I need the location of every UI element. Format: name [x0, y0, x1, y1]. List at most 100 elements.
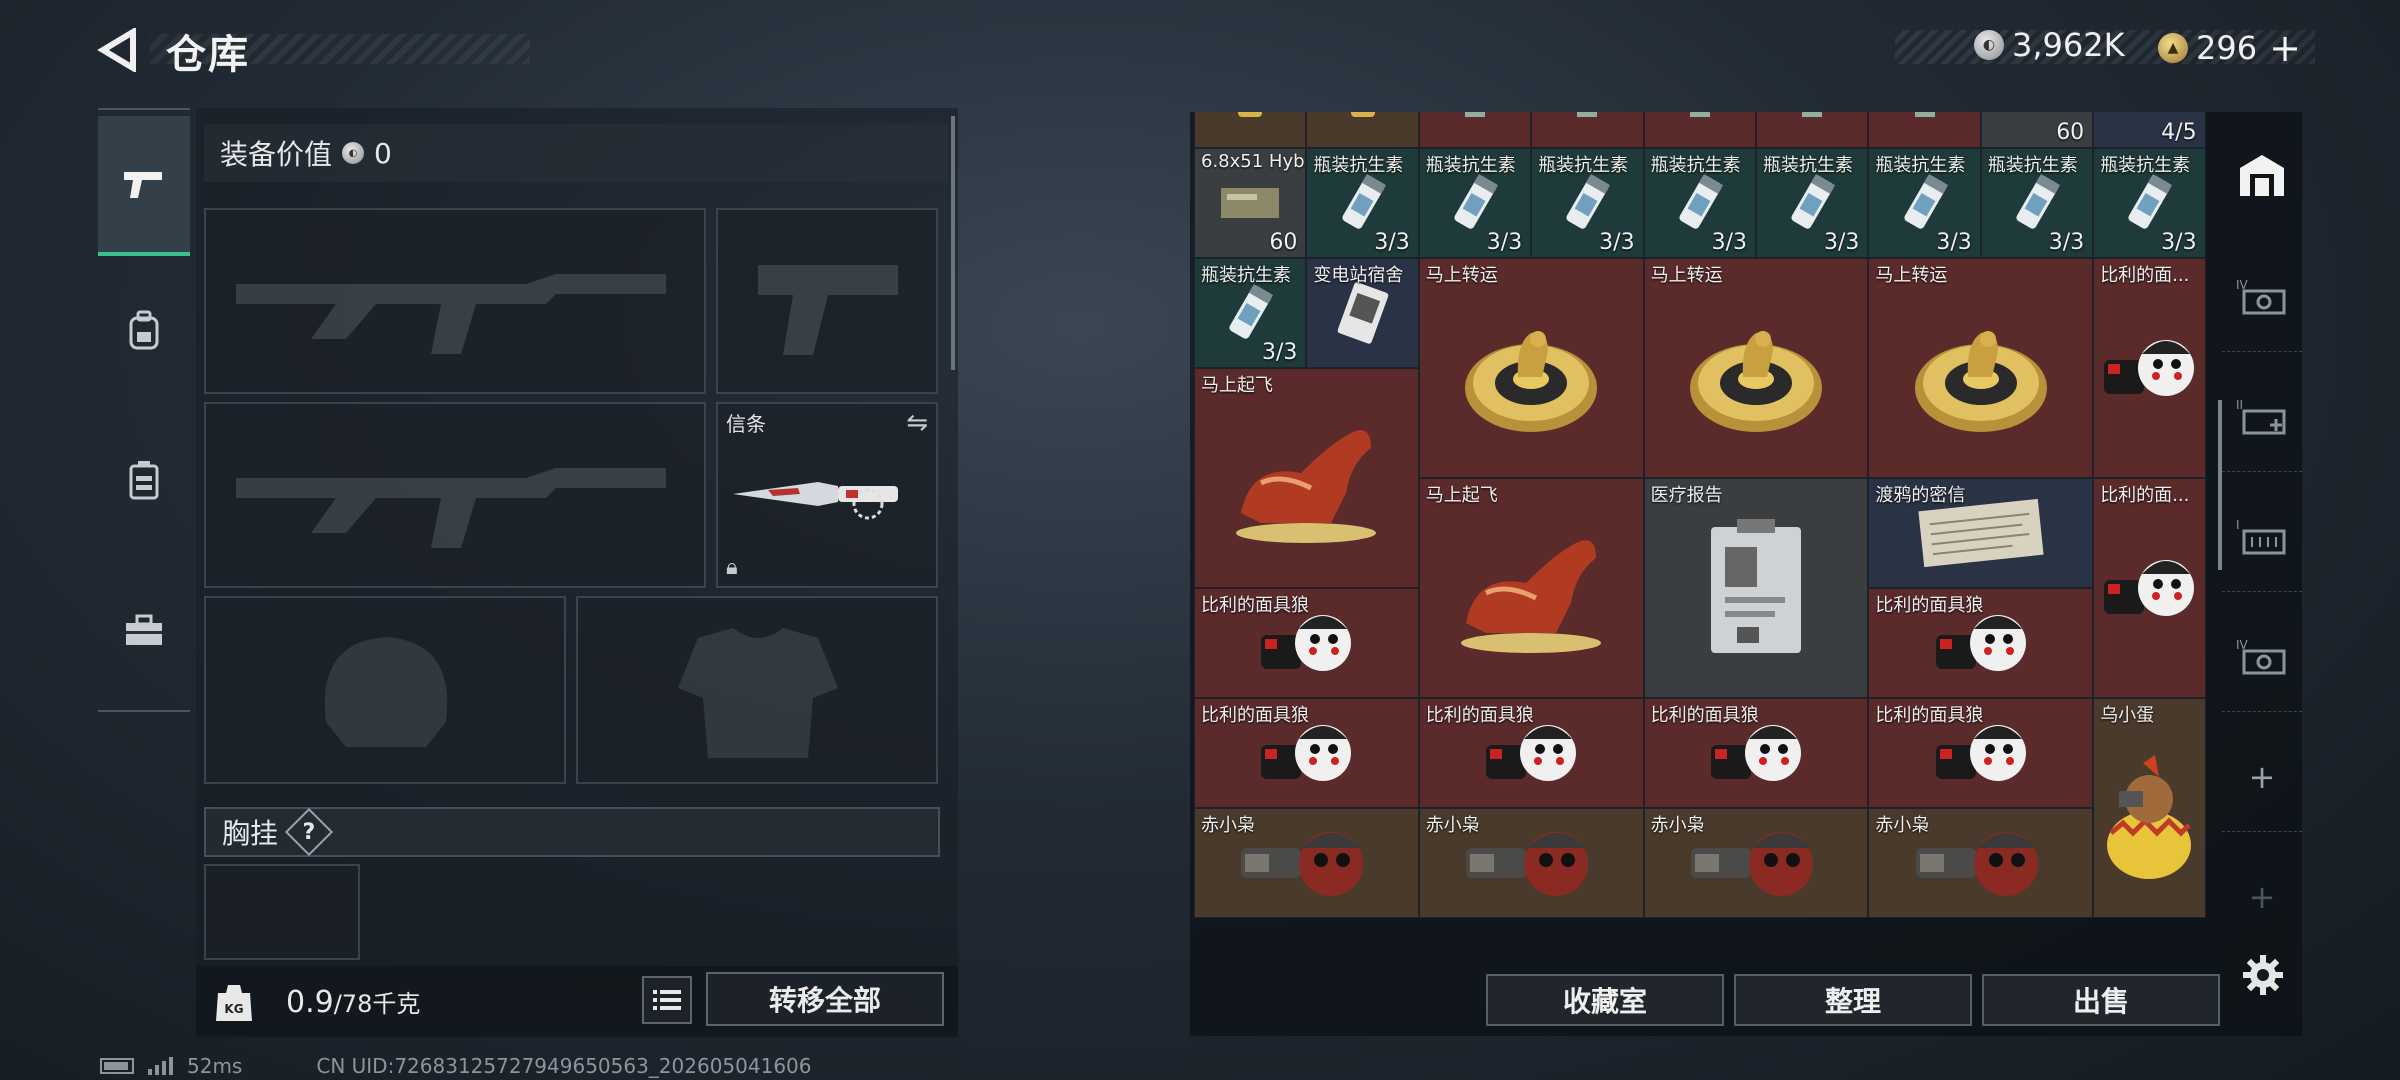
list-view-button[interactable] [642, 976, 692, 1024]
item-name: 马上起飞 [1201, 375, 1273, 396]
equipment-scrollbar[interactable] [951, 116, 955, 370]
item-name: 瓶装抗生素 [1313, 155, 1404, 176]
storage-tab-i[interactable]: I [2222, 482, 2302, 592]
inventory-item[interactable] [1531, 112, 1644, 148]
primary-weapon-slot[interactable] [204, 208, 706, 394]
inventory-item[interactable]: 赤小枭 [1418, 808, 1644, 918]
inventory-item[interactable]: 比利的面具狼 [1868, 588, 2094, 698]
gold-currency[interactable]: ▲ 296 + [2158, 26, 2301, 70]
item-name: 比利的面具狼 [1201, 595, 1309, 616]
add-storage-button[interactable]: + [2222, 722, 2302, 832]
left-nav [98, 108, 190, 712]
inventory-item[interactable]: 瓶装抗生素 3/3 [1531, 148, 1644, 258]
back-button[interactable] [92, 22, 142, 78]
item-name: 瓶装抗生素 [1201, 265, 1291, 286]
inventory-item[interactable]: 马上转运 [1418, 258, 1644, 478]
inventory-item[interactable] [1418, 112, 1532, 148]
inventory-item[interactable]: 瓶装抗生素 3/3 [1306, 148, 1419, 258]
armor-slot[interactable] [576, 596, 938, 784]
list-icon [653, 990, 681, 1010]
item-quantity: 3/3 [1711, 230, 1747, 255]
nav-vest[interactable] [98, 410, 190, 550]
nav-weapons[interactable] [98, 116, 190, 256]
wheel-icon [1645, 259, 1868, 477]
storage-home[interactable] [2222, 120, 2302, 230]
inventory-item[interactable] [1306, 112, 1419, 148]
lock-icon: 🔒︎ [726, 555, 738, 580]
item-quantity: 3/3 [1486, 230, 1523, 255]
inventory-item[interactable] [1194, 112, 1307, 148]
inventory-item[interactable]: 比利的面具狼 [1418, 698, 1644, 808]
item-name: 赤小枭 [1875, 815, 1930, 836]
inventory-item[interactable]: 马上转运 [1643, 258, 1869, 478]
weight-text: 0.9/78千克 [286, 984, 420, 1020]
inventory-item[interactable] [1756, 112, 1869, 148]
collection-room-button[interactable]: 收藏室 [1486, 974, 1724, 1026]
inventory-item[interactable] [1643, 112, 1756, 148]
item-name: 比利的面具狼 [1425, 705, 1534, 726]
melee-slot[interactable]: 信条 ⇋ 🔒︎ [716, 402, 938, 588]
inventory-item[interactable]: 瓶装抗生素 3/3 [1643, 148, 1756, 258]
inventory-item[interactable]: 马上起飞 [1194, 368, 1419, 588]
inventory-item[interactable]: 乌小蛋 [2093, 698, 2206, 918]
item-quantity: 3/3 [1599, 230, 1635, 255]
secondary-weapon-slot[interactable] [204, 402, 706, 588]
inventory-item[interactable] [1868, 112, 1981, 148]
inventory-item[interactable]: 比利的面... [2093, 478, 2206, 698]
helmet-slot[interactable] [204, 596, 566, 784]
inventory-item[interactable]: 4/5 [2093, 112, 2206, 148]
inventory-item[interactable]: 赤小枭 [1868, 808, 2094, 918]
vest-icon [129, 461, 159, 500]
item-quantity: 3/3 [1374, 230, 1410, 255]
page-title: 仓库 [166, 32, 250, 78]
organize-button[interactable]: 整理 [1734, 974, 1972, 1026]
item-name: 比利的面具狼 [1650, 705, 1759, 726]
help-icon[interactable]: ? [284, 807, 334, 857]
gold-amount: 296 [2196, 29, 2258, 67]
nav-backpack[interactable] [98, 260, 190, 400]
inventory-item[interactable]: 瓶装抗生素 3/3 [2093, 148, 2206, 258]
inventory-item[interactable]: 比利的面具狼 [1868, 698, 2094, 808]
storage-tab-iv-2[interactable]: IV [2222, 602, 2302, 712]
inventory-item[interactable]: 马上转运 [1868, 258, 2094, 478]
inventory-item[interactable]: 赤小枭 [1643, 808, 1869, 918]
item-name: 赤小枭 [1201, 815, 1255, 836]
storage-tab-iv[interactable]: IV [2222, 242, 2302, 352]
item-name: 6.8x51 Hybrid [1201, 151, 1305, 172]
inventory-item[interactable]: 渡鸦的密信 [1868, 478, 2094, 588]
nav-toolbox[interactable] [98, 560, 190, 700]
inventory-item[interactable]: 变电站宿舍 [1306, 258, 1419, 368]
inventory-item[interactable]: 瓶装抗生素 3/3 [1756, 148, 1869, 258]
signal-icon [148, 1057, 173, 1075]
storage-iv-2-icon: IV [2236, 638, 2286, 674]
puppet-icon [2094, 479, 2204, 697]
item-name: 比利的面具狼 [1875, 595, 1984, 616]
inventory-item[interactable]: 比利的面具狼 [1643, 698, 1869, 808]
silver-amount: 3,962K [2012, 26, 2125, 64]
status-bar: 52ms CN UID:7268312572794965056​3_202605… [100, 1054, 812, 1078]
inventory-item[interactable]: 瓶装抗生素 3/3 [1418, 148, 1532, 258]
inventory-item[interactable]: 瓶装抗生素 3/3 [1980, 148, 2094, 258]
sell-button[interactable]: 出售 [1982, 974, 2220, 1026]
sidearm-slot[interactable] [716, 208, 938, 394]
inventory-item[interactable]: 马上起飞 [1418, 478, 1644, 698]
inventory-item[interactable]: 赤小枭 [1194, 808, 1419, 918]
storage-tab-ii[interactable]: II [2222, 362, 2302, 472]
settings-button[interactable] [2238, 950, 2288, 1000]
inventory-item[interactable]: 瓶装抗生素 3/3 [1868, 148, 1981, 258]
item-quantity: 3/3 [2048, 230, 2085, 255]
inventory-item[interactable]: 比利的面具狼 [1194, 588, 1419, 698]
swap-icon[interactable]: ⇋ [906, 408, 928, 438]
inventory-item[interactable]: 比利的面具狼 [1194, 698, 1419, 808]
inventory-item[interactable]: 6.8x51 Hybrid 60 [1194, 148, 1307, 258]
inventory-item[interactable]: 医疗报告 [1643, 478, 1869, 698]
item-name: 比利的面... [2100, 485, 2190, 506]
chest-rig-slot[interactable] [204, 864, 360, 960]
rifle-silhouette-icon [236, 468, 666, 548]
equipment-value-label: 装备价值 [220, 138, 333, 171]
inventory-item[interactable]: 瓶装抗生素 3/3 [1194, 258, 1307, 368]
transfer-all-button[interactable]: 转移全部 [706, 972, 944, 1026]
add-currency-button[interactable]: + [2269, 26, 2301, 70]
inventory-item[interactable]: 比利的面... [2093, 258, 2206, 478]
inventory-item[interactable]: 60 [1980, 112, 2094, 148]
